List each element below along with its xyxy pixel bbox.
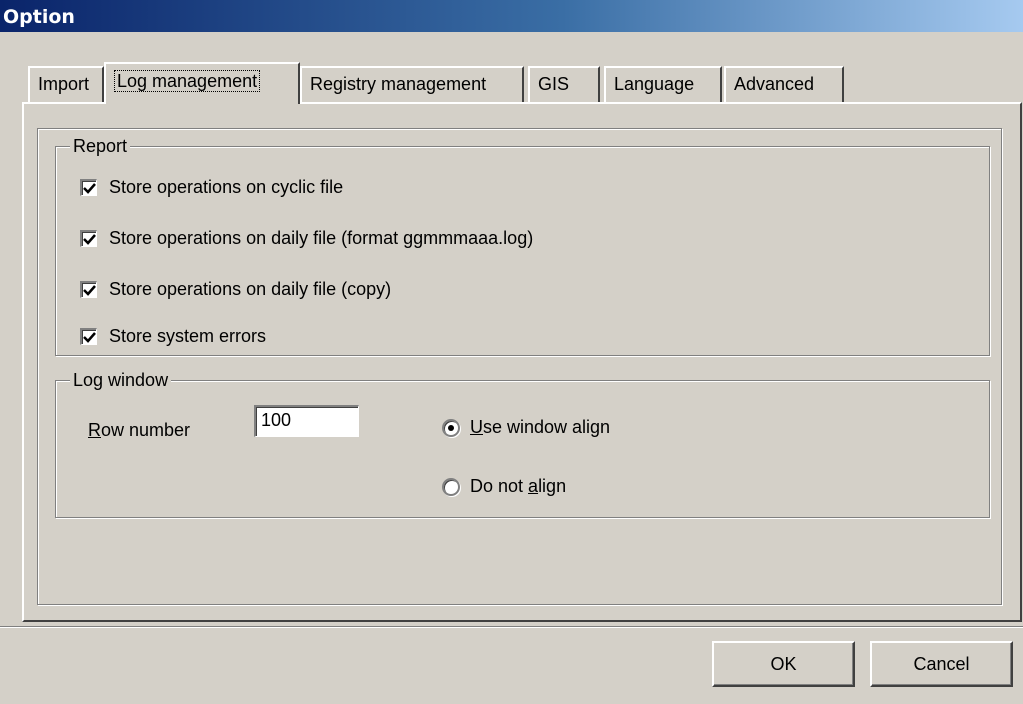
checkbox-row-daily-copy[interactable]: Store operations on daily file (copy) bbox=[80, 279, 391, 300]
log-window-legend: Log window bbox=[70, 369, 172, 391]
checkbox-row-system-errors[interactable]: Store system errors bbox=[80, 326, 266, 347]
radio-do-not-align[interactable] bbox=[442, 477, 460, 496]
radio-row-do-not-align[interactable]: Do not align bbox=[442, 476, 566, 497]
check-icon bbox=[82, 331, 96, 343]
tab-import[interactable]: Import bbox=[28, 66, 104, 102]
check-icon bbox=[82, 182, 96, 194]
check-icon bbox=[82, 233, 96, 245]
radio-use-window-align[interactable] bbox=[442, 418, 460, 437]
checkbox-cyclic[interactable] bbox=[80, 179, 97, 196]
cancel-button[interactable]: Cancel bbox=[870, 641, 1013, 687]
radio-row-use-window-align[interactable]: Use window align bbox=[442, 417, 610, 438]
radio-label-use-window-align: Use window align bbox=[470, 417, 611, 437]
tab-log-management[interactable]: Log management bbox=[104, 62, 300, 104]
checkbox-daily-format[interactable] bbox=[80, 230, 97, 247]
row-number-label: Row number bbox=[88, 420, 191, 440]
checkbox-daily-copy[interactable] bbox=[80, 281, 97, 298]
checkbox-row-cyclic[interactable]: Store operations on cyclic file bbox=[80, 177, 343, 198]
radio-dot-icon bbox=[448, 424, 454, 431]
checkbox-label-cyclic: Store operations on cyclic file bbox=[109, 177, 344, 197]
title-bar: Option bbox=[0, 0, 1023, 32]
tab-language[interactable]: Language bbox=[604, 66, 722, 102]
checkbox-row-daily-format[interactable]: Store operations on daily file (format g… bbox=[80, 228, 533, 249]
check-icon bbox=[82, 284, 96, 296]
tab-gis[interactable]: GIS bbox=[528, 66, 600, 102]
row-number-input[interactable]: 100 bbox=[254, 405, 359, 437]
checkbox-label-system-errors: Store system errors bbox=[109, 326, 267, 346]
tab-registry-management[interactable]: Registry management bbox=[300, 66, 524, 102]
report-legend: Report bbox=[70, 135, 131, 157]
radio-label-do-not-align: Do not align bbox=[470, 476, 567, 496]
separator bbox=[0, 626, 1023, 628]
checkbox-label-daily-copy: Store operations on daily file (copy) bbox=[109, 279, 392, 299]
log-window-group: Log window bbox=[55, 369, 990, 518]
tab-advanced[interactable]: Advanced bbox=[724, 66, 844, 102]
checkbox-label-daily-format: Store operations on daily file (format g… bbox=[109, 228, 534, 248]
window-title: Option bbox=[3, 6, 75, 28]
checkbox-system-errors[interactable] bbox=[80, 328, 97, 345]
ok-button[interactable]: OK bbox=[712, 641, 855, 687]
